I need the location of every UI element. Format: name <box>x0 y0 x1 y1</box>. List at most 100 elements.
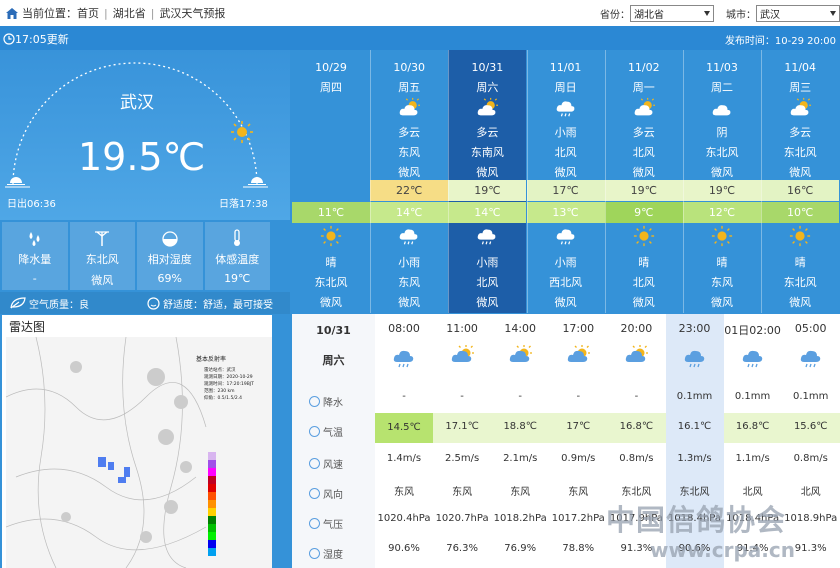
partly-cloudy-icon <box>508 344 533 371</box>
hour-hum: 76.9% <box>504 543 537 554</box>
forecast-day[interactable]: 10/29 周四 11℃ 晴东北风 微风 <box>292 50 370 313</box>
hour-rain: - <box>634 391 639 402</box>
province-select[interactable]: 湖北省 <box>630 5 714 22</box>
day-weekday: 周一 <box>632 81 655 94</box>
row-label-text: 风向 <box>323 490 343 501</box>
row-label-text: 气压 <box>323 520 343 531</box>
hour-time: 11:00 <box>446 322 478 335</box>
hour-temp: 16.8℃ <box>735 421 770 432</box>
weather-stats: 降水量 - 东北风 微风 相对湿度 69% 体感温度 19℃ <box>2 222 272 290</box>
radar-station: 雷达站点：武汉 <box>204 366 236 373</box>
wind-turbine-icon <box>95 231 110 246</box>
city-name: 武汉 <box>120 93 154 113</box>
stat-precipitation: 降水量 - <box>2 222 68 290</box>
day-wind: 东北风 <box>783 146 817 159</box>
forecast-day[interactable]: 11/04 周三 多云 东北风 微风 16℃ 10℃ 晴东北风 微风 <box>761 50 840 313</box>
radar-map[interactable]: 基本反射率 雷达站点：武汉 观测日期：2020-10-29 观测时间：17:20… <box>6 337 272 568</box>
stat-wind: 东北风 微风 <box>69 222 135 290</box>
city-selector: 城市： 武汉 <box>726 5 840 22</box>
hourly-row-label: 气压 <box>309 516 343 531</box>
hour-time: 23:00 <box>678 322 711 335</box>
hour-time: 08:00 <box>388 322 420 335</box>
night-wind-level: 微风 <box>632 296 655 309</box>
forecast-day[interactable]: 11/02 周一 多云 北风 微风 19℃ 9℃ 晴北风 微风 <box>604 50 683 313</box>
cloud-rain-icon <box>555 225 577 250</box>
night-condition: 晴 <box>325 256 337 269</box>
hour-dir: 东风 <box>510 487 531 498</box>
forecast-day[interactable]: 10/31 周六 多云 东南风 微风 19℃ 14℃ 小雨 北风 微风 <box>448 50 527 313</box>
hourly-column: 08:00 - 14.5℃ 1.4m/s 东风 1020.4hPa 90.6% <box>375 314 433 568</box>
hour-speed: 0.8m/s <box>619 453 654 464</box>
sun-icon <box>231 121 253 143</box>
seven-day-forecast: 10/29 周四 11℃ 晴东北风 微风 10/30 周五 多云 东风 微风 22℃ 14℃ 小雨 东风… <box>292 50 840 313</box>
radar-panel: 雷达图 基本反射率 雷达站点：武汉 观测日期：2020-10-29 观测时间：1… <box>2 315 272 568</box>
breadcrumb-province[interactable]: 湖北省 <box>113 5 146 21</box>
cloud-rain-icon <box>398 225 420 250</box>
night-wind: 北风 <box>476 276 499 289</box>
hour-time: 20:00 <box>620 322 653 335</box>
night-wind: 西北风 <box>549 276 583 289</box>
forecast-day[interactable]: 11/01 周日 小雨 北风 微风 17℃ 13℃ 小雨 西北风 微风 <box>526 50 605 313</box>
hour-time: 17:00 <box>562 322 595 335</box>
hour-pres: 1018.9hPa <box>784 513 838 524</box>
day-condition: 多云 <box>789 126 812 139</box>
sun-icon <box>789 225 811 250</box>
day-wind-level: 微风 <box>554 166 577 179</box>
cloud-rain-icon <box>476 225 498 250</box>
hour-dir: 东风 <box>568 487 589 498</box>
hour-rain: 0.1mm <box>676 391 713 402</box>
hourly-row-label: 气温 <box>309 424 343 439</box>
radar-header: 基本反射率 <box>196 355 226 363</box>
day-date: 11/02 <box>627 61 660 74</box>
day-condition: 多云 <box>398 126 421 139</box>
comfort-icon <box>147 296 160 310</box>
cloud-rain-icon <box>683 344 707 371</box>
low-temp: 11℃ <box>292 202 370 223</box>
night-condition: 晴 <box>716 256 728 269</box>
night-wind: 东北风 <box>783 276 817 289</box>
night-wind: 东北风 <box>314 276 348 289</box>
forecast-day[interactable]: 11/03 周二阴东北风 微风 19℃ 12℃ 晴东风 微风 <box>683 50 761 313</box>
hour-temp: 16.8℃ <box>619 421 654 432</box>
night-wind-level: 微风 <box>554 296 577 309</box>
hour-speed: 1.4m/s <box>386 453 422 464</box>
stat-label: 东北风 <box>85 253 119 266</box>
day-condition: 多云 <box>632 126 655 139</box>
city-select[interactable]: 武汉 <box>756 5 840 22</box>
wind-direction-icon <box>309 488 320 499</box>
rain-drops-icon <box>29 232 40 246</box>
high-temp: 17℃ <box>526 180 605 201</box>
humidity-icon <box>162 231 178 247</box>
day-wind: 东风 <box>398 146 421 159</box>
cloud-rain-icon <box>799 344 823 371</box>
day-weekday: 周三 <box>789 81 812 94</box>
night-wind: 东风 <box>398 276 421 289</box>
wind-speed-icon <box>309 458 320 469</box>
hourly-row-label: 风速 <box>309 456 343 471</box>
breadcrumb-home[interactable]: 首页 <box>77 5 99 21</box>
forecast-day[interactable]: 10/30 周五 多云 东风 微风 22℃ 14℃ 小雨 东风 微风 <box>370 50 449 313</box>
day-wind-level: 微风 <box>632 166 655 179</box>
cloud-rain-icon <box>741 344 765 371</box>
day-wind: 东南风 <box>470 146 504 159</box>
cloud-rain-icon <box>555 97 577 122</box>
stat-label: 相对湿度 <box>147 253 192 266</box>
humidity-icon <box>309 548 320 559</box>
night-wind-level: 微风 <box>789 296 812 309</box>
night-wind: 北风 <box>632 276 655 289</box>
breadcrumb-separator: | <box>150 6 155 20</box>
chevron-down-icon <box>830 11 836 16</box>
day-condition: 阴 <box>716 126 728 139</box>
hour-time: 05:00 <box>794 322 827 335</box>
row-label-text: 降水 <box>323 398 343 409</box>
hour-dir: 东北风 <box>679 487 710 498</box>
day-date: 11/01 <box>549 61 582 74</box>
low-temp: 10℃ <box>761 202 840 223</box>
night-wind-level: 微风 <box>476 296 499 309</box>
city-value: 武汉 <box>760 10 780 21</box>
air-quality-text: 空气质量：良 <box>29 299 89 311</box>
publish-time: 发布时间：10-29 20:00 <box>724 36 836 47</box>
top-bar: 当前位置： 首页 | 湖北省 | 武汉天气预报 省份： 湖北省 城市： 武汉 <box>0 0 840 26</box>
hour-rain: - <box>576 391 581 402</box>
hourly-column: 11:00 - 17.1℃ 2.5m/s 东风 1020.7hPa 76.3% <box>433 314 491 568</box>
